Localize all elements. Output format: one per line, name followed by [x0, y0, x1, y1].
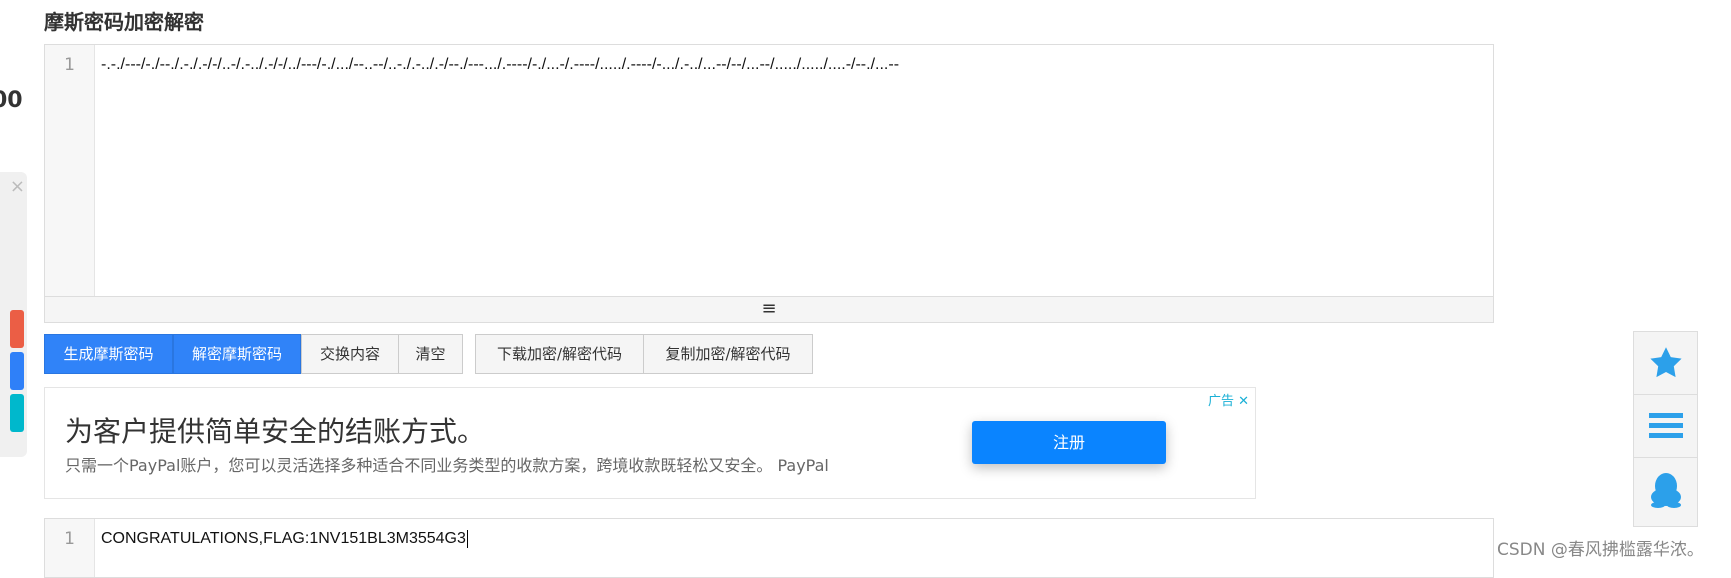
menu-button[interactable] [1634, 395, 1697, 458]
csdn-watermark: CSDN @春风拂槛露华浓。 [1497, 540, 1704, 560]
morse-input-text[interactable]: -.-./---/-./--./.-./.-/-/..-/.-../.-/-/.… [101, 56, 899, 74]
encode-button[interactable]: 生成摩斯密码 [44, 334, 173, 374]
right-floating-toolbar [1633, 331, 1698, 527]
left-cyan-button[interactable] [10, 394, 24, 432]
line-number: 1 [45, 519, 95, 577]
menu-icon [1648, 413, 1683, 438]
line-number: 1 [45, 45, 95, 296]
page-title: 摩斯密码加密解密 [44, 10, 204, 34]
star-icon [1649, 347, 1682, 378]
output-editor[interactable]: 1 CONGRATULATIONS,FLAG:1NV151BL3M3554G3 [44, 518, 1494, 578]
download-code-button[interactable]: 下载加密/解密代码 [475, 334, 644, 374]
ad-close-tag[interactable]: 广告 ✕ [1208, 390, 1249, 409]
left-red-button[interactable] [10, 310, 24, 348]
close-icon[interactable]: × [10, 176, 25, 197]
ad-subtext: 只需一个PayPal账户，您可以灵活选择多种适合不同业务类型的收款方案，跨境收款… [65, 456, 829, 475]
decode-button[interactable]: 解密摩斯密码 [173, 334, 301, 374]
swap-button[interactable]: 交换内容 [301, 334, 399, 374]
ad-banner[interactable]: 为客户提供简单安全的结账方式。 只需一个PayPal账户，您可以灵活选择多种适合… [44, 387, 1256, 499]
resize-handle-icon[interactable]: ≡ [45, 296, 1493, 322]
copy-code-button[interactable]: 复制加密/解密代码 [643, 334, 813, 374]
morse-input-editor[interactable]: 1 -.-./---/-./--./.-./.-/-/..-/.-../.-/-… [44, 44, 1494, 323]
qq-button[interactable] [1634, 458, 1697, 521]
left-partial-text: 00 [0, 88, 23, 113]
left-floating-panel: × [0, 172, 27, 457]
ad-register-button[interactable]: 注册 [972, 421, 1166, 464]
favorite-button[interactable] [1634, 332, 1697, 395]
qq-penguin-icon [1650, 472, 1681, 508]
left-blue-button[interactable] [10, 352, 24, 390]
ad-headline: 为客户提供简单安全的结账方式。 [65, 415, 486, 448]
output-text[interactable]: CONGRATULATIONS,FLAG:1NV151BL3M3554G3 [101, 530, 468, 548]
clear-button[interactable]: 清空 [398, 334, 463, 374]
